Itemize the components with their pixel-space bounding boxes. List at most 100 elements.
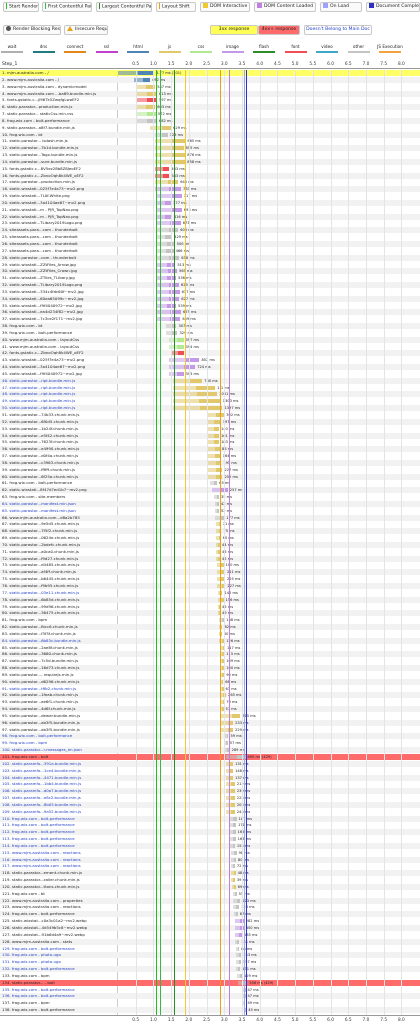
request-row[interactable]: 63. frog.wix.com - site-members 35 ms bbox=[0, 494, 420, 500]
request-url[interactable]: 26. siteassets.para...com - thunderbolt bbox=[2, 241, 114, 247]
request-url[interactable]: 124. frog.wix.com - bolt-performance bbox=[2, 911, 114, 917]
request-row[interactable]: 129. frog.wix.com - bolt-performance88 m… bbox=[0, 946, 420, 952]
request-row[interactable]: 24. siteassets.para...com - thunderbolt 6… bbox=[0, 227, 420, 234]
request-url[interactable]: 127. static.wixstat...91b6d4a9~mv2.webp bbox=[2, 932, 114, 938]
request-url[interactable]: 117. www.mjm-australia.com - reactions bbox=[2, 863, 114, 869]
request-row[interactable]: 131. frog.wix.com - photo-ugo 157 ms bbox=[0, 959, 420, 965]
request-row[interactable]: 98. frog.wix.com - bolt-performance 59 ms bbox=[0, 733, 420, 740]
request-url[interactable]: 131. frog.wix.com - photo-ugo bbox=[2, 959, 114, 965]
request-row[interactable]: 20. static.wixstati...3a4104ae67~mv2.png… bbox=[0, 199, 420, 206]
request-row[interactable]: 138. frog.wix.com - bolt-performance 45 m… bbox=[0, 1007, 420, 1014]
request-url[interactable]: 52. static.parastor...6f0d5.chunk.min.js bbox=[2, 419, 114, 425]
request-row[interactable]: 31. static.wixstati...ZTiles_TLibary.jpg… bbox=[0, 275, 420, 281]
request-url[interactable]: 122. www.mjm-australia.com - properties bbox=[2, 898, 114, 904]
request-url[interactable]: 15. fonts.gstatic.c...8V5ez28b8Z8JeoEF2 bbox=[2, 166, 114, 172]
request-url[interactable]: 7. static.parastor... staticCss.min.css bbox=[2, 111, 114, 117]
request-row[interactable]: 66. www.mjm-australia.com...d8a2b785 177 … bbox=[0, 514, 420, 521]
request-row[interactable]: 90. static.parastor...d6296.chunk.min.js… bbox=[0, 678, 420, 685]
request-url[interactable]: 61. frog.wix.com - bolt-performance bbox=[2, 480, 114, 486]
request-url[interactable]: 108. static.paramfo...8b05.bundle.min.js bbox=[2, 802, 114, 808]
request-url[interactable]: 78. static.parastor...6b85d.chunk.min.js bbox=[2, 597, 114, 603]
request-row[interactable]: 69. static.parastor...0624e.chunk.min.js… bbox=[0, 535, 420, 541]
request-row[interactable]: 114. frog.wix.com - bolt-performance 155 … bbox=[0, 842, 420, 849]
request-row[interactable]: 2. www.mjm-australia.com - /492 ms bbox=[0, 76, 420, 83]
request-url[interactable]: 105. static.paramfo...1bb4.bundle.min.js bbox=[2, 781, 114, 787]
request-row[interactable]: 42. fonts.gstatic.c...ZbnoOqh8k4WE_oEF2 bbox=[0, 350, 420, 357]
request-row[interactable]: 71. static.parastor...a0ca0.chunk.min.js… bbox=[0, 549, 420, 555]
request-url[interactable]: 33. static.wixstati...334c4fdc60f~mv2.jp… bbox=[2, 289, 114, 295]
request-url[interactable]: 28. static.parastor...com - thunderbolt bbox=[2, 255, 114, 261]
request-row[interactable]: 18. static.wixstati...025f7e4a73~mv2.png… bbox=[0, 186, 420, 193]
request-row[interactable]: 79. static.parastor...99d96.chunk.min.js… bbox=[0, 604, 420, 610]
request-row[interactable]: 100. static.parastor...r-messages_en.jso… bbox=[0, 747, 420, 754]
request-url[interactable]: 97. static.parastor...ab3f5.bundle.min.j… bbox=[2, 727, 114, 733]
request-row[interactable]: 64. static.parastor...manifest.min.json 4… bbox=[0, 500, 420, 507]
request-row[interactable]: 23. static.wixstati...TLibary2019Logo.pn… bbox=[0, 220, 420, 226]
request-row[interactable]: 115. www.mjm-australia.com - reactions 98… bbox=[0, 850, 420, 856]
request-url[interactable]: 17. static.parastor...production.min.js bbox=[2, 179, 114, 185]
request-url[interactable]: 90. static.parastor...d6296.chunk.min.js bbox=[2, 679, 114, 685]
request-url[interactable]: 4. www.mjm-australia.com ...ba89.bundle.… bbox=[2, 91, 114, 97]
request-url[interactable]: 37. static.wixstati...7c3ce2f171~mv2.jpg bbox=[2, 316, 114, 322]
request-url[interactable]: 14. static.parastor...sure.bundle.min.js bbox=[2, 159, 114, 165]
request-row[interactable]: 70. static.parastor...2bdefc.chunk.min.j… bbox=[0, 541, 420, 548]
request-url[interactable]: 62. static.wixstati...8f47d7ed1b7~mv2.pn… bbox=[2, 487, 114, 493]
request-url[interactable]: 6. static.parastor...production.min.js bbox=[2, 104, 114, 110]
request-row[interactable]: 56. static.parastor...e4990.chunk.min.js… bbox=[0, 446, 420, 453]
request-url[interactable]: 34. static.wixstati...60ea65099c~mv2.jpg bbox=[2, 296, 114, 302]
request-row[interactable]: 52. static.parastor...6f0d5.chunk.min.js… bbox=[0, 418, 420, 425]
request-row[interactable]: 78. static.parastor...6b85d.chunk.min.js… bbox=[0, 596, 420, 603]
request-row[interactable]: 103. static.paramfo...1ce4.bundle.min.js… bbox=[0, 768, 420, 774]
request-row[interactable]: 34. static.wixstati...60ea65099c~mv2.jpg… bbox=[0, 295, 420, 302]
request-url[interactable]: 81. frog.wix.com - bpm bbox=[2, 617, 114, 623]
request-row[interactable]: 96. static.parastor...ab3f5.bundle.min.j… bbox=[0, 719, 420, 726]
request-row[interactable]: 43. static.wixstati...025f7e4a73~mv2.png… bbox=[0, 357, 420, 363]
request-url[interactable]: 64. static.parastor...manifest.min.json bbox=[2, 501, 114, 507]
request-url[interactable]: 133. frog.wix.com - bpm bbox=[2, 973, 114, 979]
request-row[interactable]: 54. static.parastor...e5f42.chunk.min.js… bbox=[0, 432, 420, 439]
request-url[interactable]: 1. mjm-australia.com - / bbox=[2, 70, 114, 76]
request-row[interactable]: 121. frog.wix.com - bt55 ms bbox=[0, 891, 420, 897]
request-url[interactable]: 79. static.parastor...99d96.chunk.min.js bbox=[2, 604, 114, 610]
request-url[interactable]: 83. static.parastor...f3f3f.chunk.min.js bbox=[2, 631, 114, 637]
request-url[interactable]: 3. www.mjm-australia.com - dynamicmodel bbox=[2, 84, 114, 90]
request-url[interactable]: 19. static.wixstati...7L0f-White.png bbox=[2, 193, 114, 199]
request-url[interactable]: 82. static.parastor...fbcc6.chunk.min.js bbox=[2, 624, 114, 630]
request-row[interactable]: 62. static.wixstati...8f47d7ed1b7~mv2.pn… bbox=[0, 487, 420, 494]
request-row[interactable]: 77. static.parastor...03e11.chunk.min.js… bbox=[0, 590, 420, 596]
request-url[interactable]: 48. static.parastor...ript.bundle.min.js bbox=[2, 391, 114, 397]
request-url[interactable]: 137. frog.wix.com - bpm bbox=[2, 1000, 114, 1006]
request-row[interactable]: 7. static.parastor... staticCss.min.css 5… bbox=[0, 111, 420, 117]
request-url[interactable]: 93. static.parastor...ae6f1.chunk.min.js bbox=[2, 699, 114, 705]
request-row[interactable]: 57. static.parastor...d0f4a.chunk.min.js… bbox=[0, 453, 420, 459]
request-row[interactable]: 97. static.parastor...ab3f5.bundle.min.j… bbox=[0, 727, 420, 733]
request-row[interactable]: 85. static.parastor...2ae8f.chunk.min.js… bbox=[0, 645, 420, 651]
request-row[interactable]: 21. static.wixstati...m - PJR_TopNav.png… bbox=[0, 207, 420, 213]
request-row[interactable]: 86. static.parastor...3660.chunk.min.js 1… bbox=[0, 651, 420, 658]
request-row[interactable]: 30. static.wixstati...ZZtFiles_Crown.jpg… bbox=[0, 268, 420, 275]
request-url[interactable]: 27. siteassets.para...com - thunderbolt bbox=[2, 248, 114, 254]
request-row[interactable]: 81. frog.wix.com - bpm 138 ms bbox=[0, 617, 420, 623]
request-url[interactable]: 44. static.wixstati...3a4104ae67~mv2.png bbox=[2, 364, 114, 370]
request-url[interactable]: 118. static.parastor...ement.chunk.min.j… bbox=[2, 870, 114, 876]
request-row[interactable]: 127. static.wixstat...91b6d4a9~mv2.webp 1… bbox=[0, 932, 420, 938]
request-row[interactable]: 73. static.parastor...d4485.chunk.min.js… bbox=[0, 562, 420, 568]
request-url[interactable]: 16. fonts.gstatic.c...ZbnoOqh8k4WE_oEF2 bbox=[2, 173, 114, 179]
request-url[interactable]: 113. frog.wix.com - bolt-performance bbox=[2, 836, 114, 842]
request-row[interactable]: 36. static.wixstati...ea4d234f82~mv2.jpg… bbox=[0, 309, 420, 316]
request-row[interactable]: 68. static.parastor...7f5f2.chunk.min.js… bbox=[0, 528, 420, 535]
request-row[interactable]: 67. static.parastor...9e5d5.chunk.min.js… bbox=[0, 521, 420, 527]
request-row[interactable]: 6. static.parastor...production.min.js 60… bbox=[0, 104, 420, 111]
request-url[interactable]: 98. frog.wix.com - bolt-performance bbox=[2, 733, 114, 739]
request-url[interactable]: 85. static.parastor...2ae8f.chunk.min.js bbox=[2, 645, 114, 651]
request-row[interactable]: 120. static.parastor...ttons.chunk.min.j… bbox=[0, 883, 420, 890]
request-row[interactable]: 15. fonts.gstatic.c...8V5ez28b8Z8JeoEF2 4… bbox=[0, 166, 420, 172]
request-url[interactable]: 13. static.parastor...Tagx.bundle.min.js bbox=[2, 152, 114, 158]
request-url[interactable]: 73. static.parastor...d4485.chunk.min.js bbox=[2, 562, 114, 568]
request-row[interactable]: 99. frog.wix.com - bpm 57 ms bbox=[0, 740, 420, 746]
request-url[interactable]: 75. static.parastor...b6445.chunk.min.js bbox=[2, 576, 114, 582]
request-url[interactable]: 103. static.paramfo...1ce4.bundle.min.js bbox=[2, 768, 114, 774]
request-row[interactable]: 35. static.wixstati...f9f4040972~mv2.jpg… bbox=[0, 303, 420, 309]
request-url[interactable]: 60. static.parastor...6f25a.chunk.min.js bbox=[2, 474, 114, 480]
request-row[interactable]: 25. siteassets.para...com - thunderbolt 4… bbox=[0, 234, 420, 240]
